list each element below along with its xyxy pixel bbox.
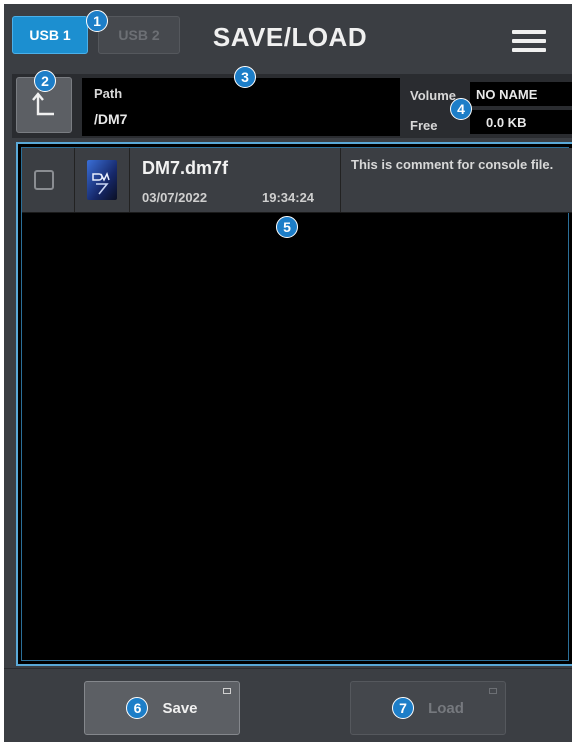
usb2-tab[interactable]: USB 2 [98,16,180,54]
file-comment: This is comment for console file. [351,157,554,172]
callout-1: 1 [86,10,108,32]
volume-label: Volume [410,88,456,103]
callout-5: 5 [276,216,298,238]
save-button[interactable]: 6 Save [84,681,240,735]
save-button-label: Save [162,699,198,717]
action-bar: 6 Save 7 Load [4,668,572,742]
file-name: DM7.dm7f [142,158,229,178]
dm7-file-icon [87,160,117,200]
callout-6: 6 [126,697,149,719]
path-label: Path [94,86,123,101]
file-comment-cell: This is comment for console file. [340,148,572,212]
save-load-screen: USB 1 1 USB 2 SAVE/LOAD Path /DM7 Volume… [4,4,572,742]
file-select-checkbox[interactable] [34,170,54,190]
row-checkbox-cell [22,148,75,212]
file-icon-cell [75,148,130,212]
path-value: /DM7 [94,111,128,127]
usb1-tab[interactable]: USB 1 [12,16,88,54]
popup-indicator-icon [223,688,231,694]
load-button[interactable]: 7 Load [350,681,506,735]
popup-indicator-icon [489,688,497,694]
callout-3: 3 [234,66,256,88]
free-value: 0.0 KB [470,110,572,134]
load-button-label: Load [428,699,464,717]
path-bar: Path /DM7 Volume NO NAME Free 0.0 KB [12,74,572,138]
file-row[interactable]: DM7.dm7f 03/07/2022 19:34:24 This is com… [22,148,572,213]
file-date: 03/07/2022 [142,190,208,205]
callout-4: 4 [450,98,472,120]
callout-7: 7 [392,697,415,719]
volume-value: NO NAME [470,82,572,106]
file-time: 19:34:24 [262,190,315,205]
free-label: Free [410,118,438,133]
page-title: SAVE/LOAD [212,22,368,52]
up-arrow-icon [32,92,54,116]
callout-2: 2 [34,70,56,92]
hamburger-menu-icon[interactable] [512,30,546,54]
